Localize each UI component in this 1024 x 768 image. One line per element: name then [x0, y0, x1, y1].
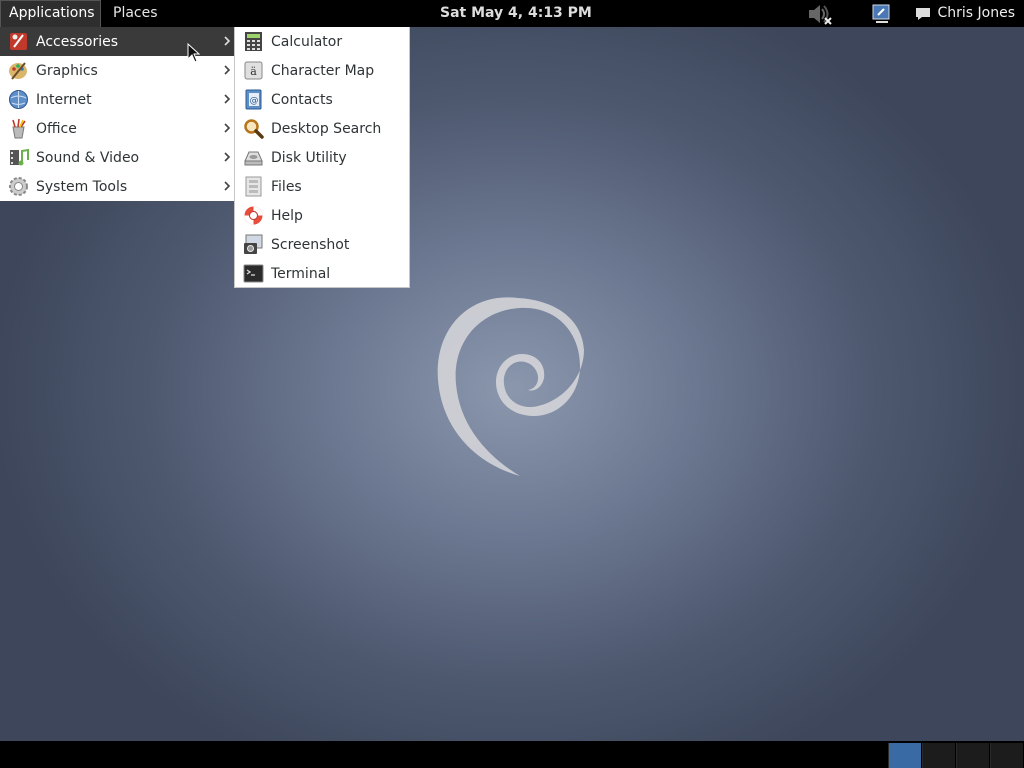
chevron-right-icon	[224, 152, 231, 162]
applications-menu-button[interactable]: Applications	[0, 0, 101, 27]
bottom-panel	[0, 741, 1024, 768]
chevron-right-icon	[224, 94, 231, 104]
accessories-icon	[10, 33, 27, 50]
menu-category-label: Office	[36, 120, 77, 137]
workspace-3[interactable]	[956, 743, 989, 768]
workspace-4[interactable]	[990, 743, 1023, 768]
workspace-1[interactable]	[888, 743, 921, 768]
system-tools-icon	[9, 177, 28, 196]
app-calculator[interactable]: Calculator	[235, 27, 409, 56]
menu-category-internet[interactable]: Internet	[0, 85, 234, 114]
clock[interactable]: Sat May 4, 4:13 PM	[440, 0, 592, 27]
app-screenshot[interactable]: Screenshot	[235, 230, 409, 259]
chat-bubble-icon	[916, 7, 931, 20]
app-label: Calculator	[271, 33, 343, 50]
app-label: Files	[271, 178, 302, 195]
menu-category-office[interactable]: Office	[0, 114, 234, 143]
menu-category-label: Graphics	[36, 62, 98, 79]
user-menu[interactable]: Chris Jones	[915, 0, 1015, 27]
menu-category-label: Internet	[36, 91, 92, 108]
svg-text:ä: ä	[250, 65, 257, 78]
user-name: Chris Jones	[937, 5, 1015, 21]
app-terminal[interactable]: Terminal	[235, 259, 409, 288]
app-label: Help	[271, 207, 303, 224]
debian-swirl-logo	[437, 297, 584, 476]
mouse-pointer-icon	[187, 43, 201, 63]
search-icon	[244, 119, 264, 139]
menu-category-system-tools[interactable]: System Tools	[0, 172, 234, 201]
disk-utility-icon	[244, 151, 263, 166]
network-indicator[interactable]	[870, 0, 892, 27]
places-menu-button[interactable]: Places	[105, 0, 166, 27]
svg-text:@: @	[250, 96, 259, 106]
menu-category-label: Sound & Video	[36, 149, 140, 166]
contacts-icon: @	[245, 89, 262, 110]
chevron-right-icon	[224, 181, 231, 191]
chevron-right-icon	[224, 123, 231, 133]
chevron-right-icon	[224, 65, 231, 75]
menu-category-label: System Tools	[36, 178, 128, 195]
app-files[interactable]: Files	[235, 172, 409, 201]
workspace-2[interactable]	[922, 743, 955, 768]
app-desktop-search[interactable]: Desktop Search	[235, 114, 409, 143]
terminal-icon	[243, 264, 264, 283]
app-character-map[interactable]: ä Character Map	[235, 56, 409, 85]
screenshot-icon	[244, 234, 263, 254]
app-label: Contacts	[271, 91, 333, 108]
menu-category-sound-video[interactable]: Sound & Video	[0, 143, 234, 172]
app-disk-utility[interactable]: Disk Utility	[235, 143, 409, 172]
calculator-icon	[245, 32, 262, 51]
graphics-icon	[9, 62, 27, 80]
app-label: Character Map	[271, 62, 375, 79]
app-label: Desktop Search	[271, 120, 382, 137]
chevron-right-icon	[224, 36, 231, 46]
top-panel: Applications Places Sat May 4, 4:13 PM C…	[0, 0, 1024, 27]
internet-icon	[9, 90, 28, 109]
app-help[interactable]: Help	[235, 201, 409, 230]
volume-muted-icon	[809, 4, 832, 25]
app-label: Screenshot	[271, 236, 350, 253]
office-icon	[12, 118, 26, 139]
network-icon	[872, 4, 890, 23]
help-icon	[244, 206, 263, 225]
app-label: Disk Utility	[271, 149, 347, 166]
accessories-submenu: Calculator ä Character Map @ Contacts De…	[234, 27, 410, 288]
menu-category-label: Accessories	[36, 33, 119, 50]
character-map-icon: ä	[244, 61, 263, 80]
app-contacts[interactable]: @ Contacts	[235, 85, 409, 114]
volume-indicator[interactable]	[806, 0, 832, 27]
app-label: Terminal	[271, 265, 331, 282]
files-icon	[245, 176, 262, 197]
sound-video-icon	[10, 148, 29, 166]
